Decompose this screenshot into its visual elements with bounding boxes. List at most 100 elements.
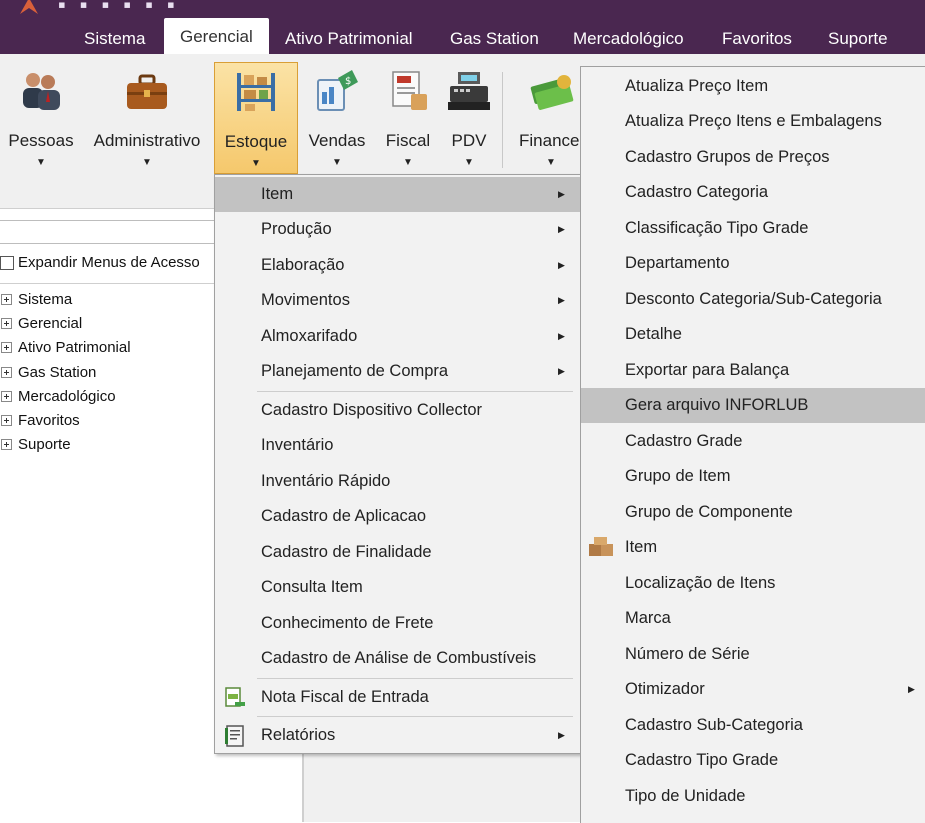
menu-item-movimentos[interactable]: Movimentos ▶ <box>215 283 581 318</box>
menu-item-label: Cadastro Grupos de Preços <box>625 148 830 166</box>
menu-item-consulta-item[interactable]: Consulta Item <box>215 570 581 605</box>
tax-document-icon <box>392 71 427 110</box>
submenu-item-cadastro-categoria[interactable]: Cadastro Categoria <box>581 175 925 210</box>
menu-item-item[interactable]: Item ▶ <box>215 177 581 212</box>
ribbon-administrativo-button[interactable]: Administrativo ▼ <box>90 62 204 172</box>
ribbon-financeiro-button[interactable]: Financei ▼ <box>516 62 580 172</box>
money-stack-icon <box>530 75 574 110</box>
menu-item-producao[interactable]: Produção ▶ <box>215 212 581 247</box>
ribbon-fiscal-button[interactable]: Fiscal ▼ <box>380 62 436 172</box>
tab-sistema[interactable]: Sistema <box>84 20 145 54</box>
submenu-item-departamento[interactable]: Departamento <box>581 246 925 281</box>
menu-item-label: Cadastro Sub-Categoria <box>625 716 803 734</box>
expand-plus-icon[interactable] <box>1 390 12 402</box>
menu-item-label: Inventário <box>261 436 334 454</box>
menu-search-input[interactable] <box>0 220 215 244</box>
menu-item-elaboracao[interactable]: Elaboração ▶ <box>215 248 581 283</box>
submenu-item-localizacao-itens[interactable]: Localização de Itens <box>581 566 925 601</box>
expand-plus-icon[interactable] <box>1 415 12 427</box>
expand-plus-icon[interactable] <box>1 366 12 378</box>
tree-item-ativo-patrimonial[interactable]: Ativo Patrimonial <box>0 336 131 360</box>
expand-plus-icon[interactable] <box>1 293 12 305</box>
submenu-item-tipo-unidade[interactable]: Tipo de Unidade <box>581 779 925 814</box>
tab-gas-station[interactable]: Gas Station <box>450 20 539 54</box>
tree-item-label: Favoritos <box>18 412 80 430</box>
submenu-item-exportar-balanca[interactable]: Exportar para Balança <box>581 353 925 388</box>
menu-item-analise-combustiveis[interactable]: Cadastro de Análise de Combustíveis <box>215 641 581 676</box>
expand-menus-checkbox[interactable] <box>0 255 14 270</box>
menu-item-inventario[interactable]: Inventário <box>215 428 581 463</box>
tree-item-label: Ativo Patrimonial <box>18 339 131 357</box>
tab-ativo-patrimonial[interactable]: Ativo Patrimonial <box>285 20 413 54</box>
menu-item-planejamento-compra[interactable]: Planejamento de Compra ▶ <box>215 354 581 389</box>
menu-separator <box>257 678 573 679</box>
menu-item-label: Cadastro Categoria <box>625 183 769 201</box>
tree-item-suporte[interactable]: Suporte <box>0 433 131 457</box>
menu-item-label: Desconto Categoria/Sub-Categoria <box>625 290 882 308</box>
menu-item-nota-fiscal-entrada[interactable]: Nota Fiscal de Entrada <box>215 680 581 715</box>
tab-suporte[interactable]: Suporte <box>828 20 888 54</box>
submenu-item-grupo-item[interactable]: Grupo de Item <box>581 459 925 494</box>
menu-item-cadastro-finalidade[interactable]: Cadastro de Finalidade <box>215 535 581 570</box>
submenu-arrow-icon: ▶ <box>558 730 565 740</box>
tree-item-mercadologico[interactable]: Mercadológico <box>0 384 131 408</box>
title-dots: ▪▪▪▪▪▪ <box>58 0 189 17</box>
ribbon-separator <box>502 72 503 168</box>
menu-item-almoxarifado[interactable]: Almoxarifado ▶ <box>215 319 581 354</box>
ribbon-pessoas-label: Pessoas <box>8 131 74 150</box>
ribbon-financeiro-label: Financei <box>519 131 580 150</box>
submenu-item-numero-serie[interactable]: Número de Série <box>581 637 925 672</box>
submenu-item-otimizador[interactable]: Otimizador ▶ <box>581 672 925 707</box>
expand-plus-icon[interactable] <box>1 439 12 451</box>
expand-menus-checkbox-row[interactable]: Expandir Menus de Acesso <box>0 254 200 271</box>
menu-item-inventario-rapido[interactable]: Inventário Rápido <box>215 464 581 499</box>
tab-favoritos[interactable]: Favoritos <box>722 20 792 54</box>
submenu-arrow-icon: ▶ <box>558 366 565 376</box>
submenu-item-atualiza-preco-item[interactable]: Atualiza Preço Item <box>581 69 925 104</box>
menu-item-conhecimento-frete[interactable]: Conhecimento de Frete <box>215 606 581 641</box>
tree-item-label: Suporte <box>18 436 71 454</box>
submenu-item-cadastro-sub-categoria[interactable]: Cadastro Sub-Categoria <box>581 708 925 743</box>
menu-item-label: Atualiza Preço Itens e Embalagens <box>625 112 882 130</box>
menu-item-label: Otimizador <box>625 680 705 698</box>
svg-text:$: $ <box>345 76 351 87</box>
submenu-item-grupo-componente[interactable]: Grupo de Componente <box>581 495 925 530</box>
menu-item-cadastro-aplicacao[interactable]: Cadastro de Aplicacao <box>215 499 581 534</box>
submenu-item-detalhe[interactable]: Detalhe <box>581 317 925 352</box>
submenu-arrow-icon: ▶ <box>558 189 565 199</box>
tree-item-favoritos[interactable]: Favoritos <box>0 408 131 432</box>
submenu-item-classificacao-tipo-grade[interactable]: Classificação Tipo Grade <box>581 211 925 246</box>
submenu-item-desconto-categoria[interactable]: Desconto Categoria/Sub-Categoria <box>581 282 925 317</box>
expand-plus-icon[interactable] <box>1 342 12 354</box>
tree-item-sistema[interactable]: Sistema <box>0 287 131 311</box>
menu-item-label: Produção <box>261 220 332 238</box>
submenu-item-atualiza-preco-embalagens[interactable]: Atualiza Preço Itens e Embalagens <box>581 104 925 139</box>
title-bar: ▪▪▪▪▪▪ Sistema Gerencial Ativo Patrimoni… <box>0 0 925 54</box>
submenu-item-cadastro-tipo-grade[interactable]: Cadastro Tipo Grade <box>581 743 925 778</box>
menu-item-label: Cadastro Tipo Grade <box>625 751 779 769</box>
submenu-arrow-icon: ▶ <box>558 331 565 341</box>
menu-item-label: Número de Série <box>625 645 750 663</box>
submenu-item-cadastro-grupos-precos[interactable]: Cadastro Grupos de Preços <box>581 140 925 175</box>
ribbon-vendas-button[interactable]: $ Vendas ▼ <box>306 62 368 172</box>
tree-item-gas-station[interactable]: Gas Station <box>0 360 131 384</box>
estoque-dropdown-menu: Item ▶ Produção ▶ Elaboração ▶ Movimentos ▶ … <box>214 174 582 754</box>
expand-plus-icon[interactable] <box>1 317 12 329</box>
ribbon-pdv-button[interactable]: PDV ▼ <box>442 62 496 172</box>
menu-item-label: Gera arquivo INFORLUB <box>625 396 809 414</box>
ribbon-estoque-button[interactable]: Estoque ▼ <box>214 62 298 174</box>
menu-item-relatorios[interactable]: Relatórios ▶ <box>215 718 581 753</box>
submenu-arrow-icon: ▶ <box>558 224 565 234</box>
briefcase-icon <box>127 74 167 109</box>
tab-mercadologico[interactable]: Mercadológico <box>573 20 684 54</box>
app-logo-icon <box>20 0 38 14</box>
submenu-item-gera-arquivo-inforlub[interactable]: Gera arquivo INFORLUB <box>581 388 925 423</box>
submenu-item-item[interactable]: Item <box>581 530 925 565</box>
menu-item-cadastro-dispositivo-collector[interactable]: Cadastro Dispositivo Collector <box>215 393 581 428</box>
tree-item-gerencial[interactable]: Gerencial <box>0 311 131 335</box>
tab-gerencial[interactable]: Gerencial <box>164 18 269 54</box>
submenu-item-cadastro-grade[interactable]: Cadastro Grade <box>581 424 925 459</box>
menu-item-label: Planejamento de Compra <box>261 362 449 380</box>
ribbon-pessoas-button[interactable]: Pessoas ▼ <box>6 62 76 172</box>
submenu-item-marca[interactable]: Marca <box>581 601 925 636</box>
